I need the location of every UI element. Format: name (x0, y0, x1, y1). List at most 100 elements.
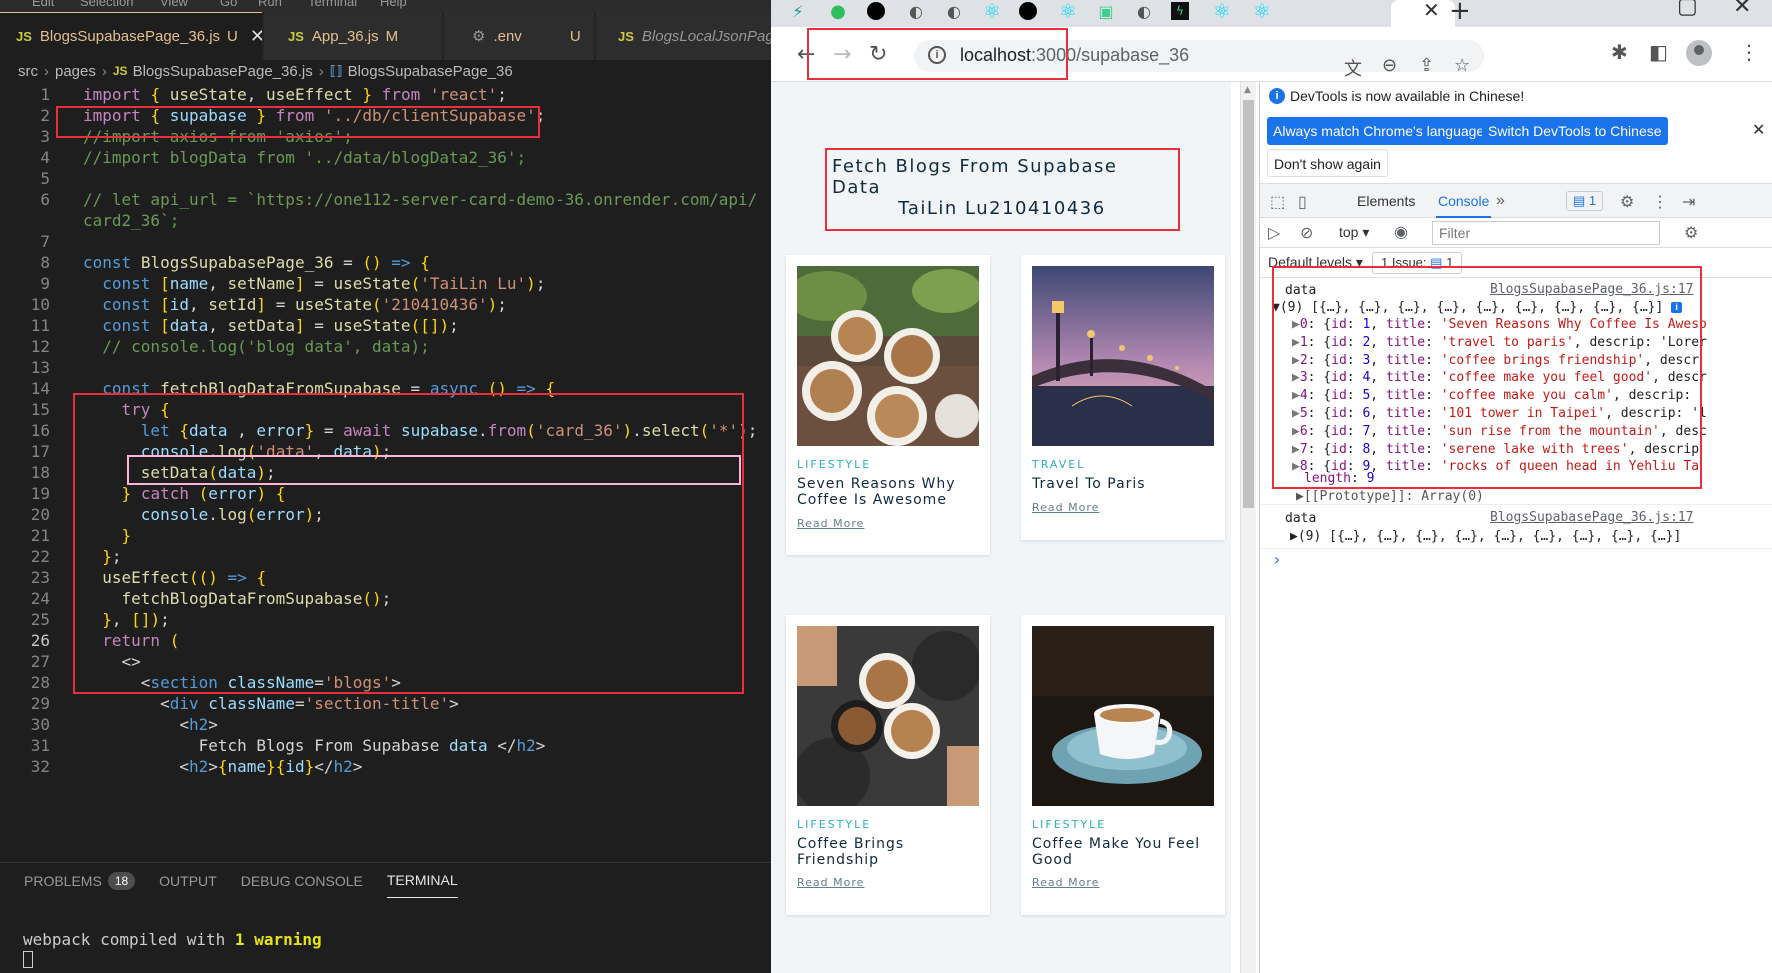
array-row[interactable]: ▶1: {id: 2, title: 'travel to paris', de… (1292, 334, 1707, 351)
close-window-icon[interactable]: ✕ (1733, 0, 1751, 19)
code-line[interactable]: 2 import { supabase } from '../db/clientS… (0, 105, 771, 126)
new-tab-icon[interactable]: + (1449, 0, 1471, 26)
code-line[interactable]: 27 <> (0, 651, 771, 672)
code-line[interactable]: 5 (0, 168, 771, 189)
console-settings-gear-icon[interactable]: ⚙ (1684, 223, 1698, 243)
console-filter-input[interactable]: Filter (1432, 221, 1660, 245)
menu-go[interactable]: Go (220, 0, 237, 9)
code-line[interactable]: 21 } (0, 525, 771, 546)
code-line[interactable]: 18 setData(data); (0, 462, 771, 483)
evernote-tab-icon[interactable]: ● (827, 0, 849, 22)
log-source-link[interactable]: BlogsSupabasePage_36.js:17 (1490, 510, 1694, 525)
address-bar[interactable]: i localhost:3000/supabase_36 文 ⊖ ⇪ ☆ (914, 40, 1484, 80)
code-line[interactable]: 3 //import axios from 'axios'; (0, 126, 771, 147)
share-icon[interactable]: ⇪ (1419, 55, 1434, 76)
bookmark-star-icon[interactable]: ☆ (1454, 55, 1470, 76)
dock-side-icon[interactable]: ⇥ (1682, 192, 1695, 212)
code-line[interactable]: 32 <h2>{name}{id}</h2> (0, 756, 771, 777)
issues-pill[interactable]: 1 Issue: ▤ 1 (1372, 252, 1463, 274)
tab-console[interactable]: Console (1436, 184, 1492, 218)
code-line[interactable]: 25 }, []); (0, 609, 771, 630)
tab-blogs-supabase[interactable]: JS BlogsSupabasePage_36.js U ✕ (0, 12, 262, 60)
more-menu-icon[interactable]: ⋮ (1739, 40, 1759, 64)
breadcrumb-item[interactable]: BlogsSupabasePage_36.js (133, 63, 313, 80)
code-line[interactable]: 9 const [name, setName] = useState('TaiL… (0, 273, 771, 294)
code-line[interactable]: 4 //import blogData from '../data/blogDat… (0, 147, 771, 168)
breadcrumb-item[interactable]: src (18, 63, 38, 80)
code-line[interactable]: 22 }; (0, 546, 771, 567)
tab-app[interactable]: JS App_36.js M (264, 12, 442, 60)
settings-gear-icon[interactable]: ⚙ (1620, 192, 1634, 212)
tab-elements[interactable]: Elements (1357, 193, 1415, 209)
supabase-tab-icon[interactable]: ϟ (1171, 2, 1189, 20)
code-line[interactable]: 24 fetchBlogDataFromSupabase(); (0, 588, 771, 609)
menu-view[interactable]: View (160, 0, 188, 9)
array-row[interactable]: ▶0: {id: 1, title: 'Seven Reasons Why Co… (1292, 316, 1707, 333)
menu-run[interactable]: Run (258, 0, 282, 9)
read-more-link[interactable]: Read More (797, 876, 864, 889)
globe-tab-icon[interactable]: ◐ (1133, 0, 1155, 22)
github-tab-icon[interactable] (867, 2, 885, 20)
maximize-icon[interactable]: ▢ (1677, 0, 1698, 19)
react-tab-icon[interactable]: ⚛ (981, 0, 1003, 23)
code-line[interactable]: 19 } catch (error) { (0, 483, 771, 504)
array-prototype[interactable]: ▶[[Prototype]]: Array(0) (1296, 488, 1484, 505)
avatar[interactable] (1686, 40, 1712, 66)
code-editor[interactable]: 1 import { useState, useEffect } from 're… (0, 84, 771, 777)
react-tab-icon[interactable]: ⚛ (1211, 0, 1233, 23)
read-more-link[interactable]: Read More (797, 517, 864, 530)
code-line[interactable]: 14 const fetchBlogDataFromSupabase = asy… (0, 378, 771, 399)
read-more-link[interactable]: Read More (1032, 501, 1099, 514)
code-line[interactable]: 1 import { useState, useEffect } from 're… (0, 84, 771, 105)
code-line[interactable]: 23 useEffect(() => { (0, 567, 771, 588)
always-match-language-button[interactable]: Always match Chrome's language (1267, 117, 1491, 145)
side-panel-icon[interactable]: ◧ (1649, 40, 1668, 64)
translate-icon[interactable]: 文 (1344, 55, 1362, 81)
tab-terminal[interactable]: TERMINAL (386, 863, 458, 898)
code-line[interactable]: card2_36`; (0, 210, 771, 231)
inspect-element-icon[interactable]: ⬚ (1270, 192, 1285, 212)
supabase-tab-icon[interactable]: ▣ (1095, 0, 1117, 22)
code-line[interactable]: 6 // let api_url = `https://one112-server… (0, 189, 771, 210)
array-summary[interactable]: ▼(9) [{…}, {…}, {…}, {…}, {…}, {…}, {…},… (1272, 299, 1683, 316)
react-tab-icon[interactable]: ⚛ (1057, 0, 1079, 23)
menu-edit[interactable]: Edit (32, 0, 54, 9)
blog-image-coffee-toast[interactable] (797, 626, 979, 806)
code-line[interactable]: 17 console.log('data', data); (0, 441, 771, 462)
code-line[interactable]: 29 <div className='section-title'> (0, 693, 771, 714)
tab-output[interactable]: OUTPUT (159, 863, 217, 898)
array-row[interactable]: ▶2: {id: 3, title: 'coffee brings friend… (1292, 352, 1699, 369)
terminal-output[interactable]: webpack compiled with 1 warning (23, 930, 322, 949)
console-prompt-icon[interactable]: › (1272, 550, 1282, 569)
back-arrow-icon[interactable]: ← (797, 42, 815, 67)
code-line[interactable]: 31 Fetch Blogs From Supabase data </h2> (0, 735, 771, 756)
array-row[interactable]: ▶7: {id: 8, title: 'serene lake with tre… (1292, 441, 1699, 458)
array-row[interactable]: ▶6: {id: 7, title: 'sun rise from the mo… (1292, 423, 1707, 440)
array-row[interactable]: ▶5: {id: 6, title: '101 tower in Taipei'… (1292, 405, 1707, 422)
dont-show-again-button[interactable]: Don't show again (1267, 149, 1388, 177)
tab-env[interactable]: ⚙ .env U (444, 12, 594, 60)
tab-problems[interactable]: PROBLEMS 18 (24, 863, 136, 898)
render-tab-icon[interactable] (1019, 2, 1037, 20)
device-toolbar-icon[interactable]: ▯ (1298, 192, 1307, 212)
more-tabs-icon[interactable]: » (1496, 192, 1505, 210)
code-line[interactable]: 10 const [id, setId] = useState('2104104… (0, 294, 771, 315)
globe-tab-icon[interactable]: ◐ (905, 0, 927, 22)
reload-icon[interactable]: ↻ (869, 42, 887, 67)
blog-image-coffee-cups[interactable] (797, 266, 979, 446)
scrollbar-thumb[interactable] (1243, 100, 1254, 508)
react-tab-icon[interactable]: ⚛ (1251, 0, 1273, 23)
code-line[interactable]: 12 // console.log('blog data', data); (0, 336, 771, 357)
code-line[interactable]: 30 <h2> (0, 714, 771, 735)
code-line[interactable]: 16 let {data , error} = await supabase.f… (0, 420, 771, 441)
close-icon[interactable]: ✕ (1423, 0, 1440, 22)
tab-debug-console[interactable]: DEBUG CONSOLE (241, 863, 363, 898)
scroll-up-arrow-icon[interactable]: ▲ (1244, 85, 1251, 95)
sidebar-toggle-icon[interactable]: ▷ (1268, 223, 1280, 243)
extensions-puzzle-icon[interactable]: ✱ (1611, 40, 1628, 64)
log-source-link[interactable]: BlogsSupabasePage_36.js:17 (1490, 282, 1694, 297)
code-line[interactable]: 7 (0, 231, 771, 252)
forward-arrow-icon[interactable]: → (833, 42, 851, 67)
log-levels-dropdown[interactable]: Default levels ▾ (1268, 254, 1363, 271)
array-summary-collapsed[interactable]: ▶(9) [{…}, {…}, {…}, {…}, {…}, {…}, {…},… (1290, 528, 1681, 545)
